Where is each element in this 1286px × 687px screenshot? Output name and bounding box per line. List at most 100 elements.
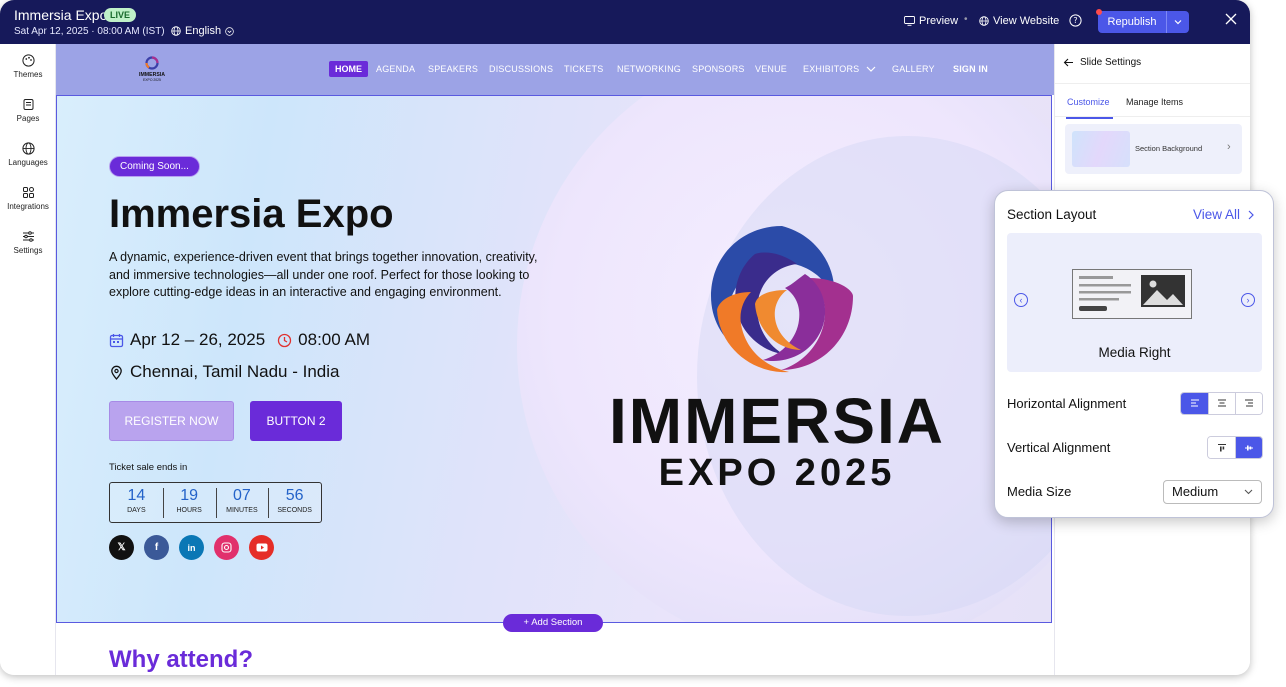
youtube-icon[interactable] xyxy=(249,535,274,560)
social-links: 𝕏 f in xyxy=(109,535,274,560)
brand-subtitle: EXPO 2025 xyxy=(658,452,896,494)
section-background-card[interactable]: Section Background › xyxy=(1065,124,1242,174)
next-layout-button[interactable]: › xyxy=(1241,293,1255,307)
hero-description[interactable]: A dynamic, experience-driven event that … xyxy=(109,249,549,302)
add-section-button[interactable]: + Add Section xyxy=(503,614,603,632)
nav-item-tickets[interactable]: TICKETS xyxy=(564,64,603,74)
chevron-down-icon xyxy=(866,66,876,72)
top-bar: Immersia Expo LIVE Sat Apr 12, 2025 · 08… xyxy=(0,0,1250,44)
immersia-swirl-logo[interactable] xyxy=(697,214,867,384)
media-size-select[interactable]: Medium xyxy=(1163,480,1262,504)
previous-layout-button[interactable]: ‹ xyxy=(1014,293,1028,307)
align-top-button[interactable] xyxy=(1208,437,1235,458)
layout-name: Media Right xyxy=(1098,345,1171,360)
countdown-value: 19 xyxy=(180,487,199,504)
language-select[interactable]: English xyxy=(171,25,234,37)
monitor-icon xyxy=(904,16,915,26)
nav-item-speakers[interactable]: SPEAKERS xyxy=(428,64,478,74)
rail-label: Settings xyxy=(13,246,43,255)
layout-thumbnail xyxy=(1072,269,1192,319)
event-title: Immersia Expo xyxy=(14,7,108,23)
countdown-value: 14 xyxy=(127,487,146,504)
section-layout-card: Section Layout View All ‹ › Media Right … xyxy=(994,190,1274,518)
editor-canvas: IMMERSIA EXPO 2025 HOME AGENDA SPEAKERS … xyxy=(56,44,1054,675)
align-left-button[interactable] xyxy=(1181,393,1208,414)
button-2[interactable]: BUTTON 2 xyxy=(250,401,342,441)
linkedin-icon[interactable]: in xyxy=(179,535,204,560)
why-attend-heading[interactable]: Why attend? xyxy=(109,646,253,674)
nav-item-networking[interactable]: NETWORKING xyxy=(617,64,681,74)
back-arrow-icon xyxy=(1063,58,1073,67)
republish-button[interactable]: Republish xyxy=(1098,11,1189,33)
event-location: Chennai, Tamil Nadu - India xyxy=(109,362,339,382)
panel-header[interactable]: Slide Settings xyxy=(1063,57,1141,68)
facebook-icon[interactable]: f xyxy=(144,535,169,560)
left-rail: Themes Pages Languages Integrations Sett… xyxy=(0,44,56,675)
tab-manage-items[interactable]: Manage Items xyxy=(1126,97,1183,107)
chevron-right-icon xyxy=(1248,210,1254,219)
align-left-icon xyxy=(1190,399,1199,407)
preview-label: Preview xyxy=(919,15,959,27)
republish-menu-toggle[interactable] xyxy=(1166,11,1189,33)
nav-item-exhibitors[interactable]: EXHIBITORS xyxy=(803,64,876,74)
nav-item-sign-in[interactable]: SIGN IN xyxy=(953,64,988,74)
close-icon xyxy=(1225,13,1237,25)
tab-customize[interactable]: Customize xyxy=(1067,97,1110,107)
countdown-value: 56 xyxy=(285,487,304,504)
nav-item-discussions[interactable]: DISCUSSIONS xyxy=(489,64,553,74)
view-website-button[interactable]: View Website xyxy=(979,15,1059,27)
countdown-hours: 19 HOURS xyxy=(162,483,216,522)
rail-item-pages[interactable]: Pages xyxy=(0,98,56,123)
rail-item-languages[interactable]: Languages xyxy=(0,142,56,167)
rail-item-themes[interactable]: Themes xyxy=(0,54,56,79)
instagram-glyph xyxy=(221,542,232,553)
preview-button[interactable]: Preview xyxy=(904,15,958,27)
hero-title[interactable]: Immersia Expo xyxy=(109,192,394,237)
countdown-unit: MINUTES xyxy=(226,507,258,514)
nav-item-sponsors[interactable]: SPONSORS xyxy=(692,64,745,74)
globe-icon xyxy=(171,26,181,36)
language-label: English xyxy=(185,25,222,37)
coming-soon-badge[interactable]: Coming Soon... xyxy=(109,156,200,177)
help-button[interactable]: ? xyxy=(1069,14,1082,27)
countdown-value: 07 xyxy=(232,487,251,504)
register-now-button[interactable]: REGISTER NOW xyxy=(109,401,234,441)
nav-item-venue[interactable]: VENUE xyxy=(755,64,787,74)
svg-text:?: ? xyxy=(1073,16,1077,25)
x-twitter-icon[interactable]: 𝕏 xyxy=(109,535,134,560)
nav-item-gallery[interactable]: GALLERY xyxy=(892,64,935,74)
nav-item-exhibitors-label: EXHIBITORS xyxy=(803,64,860,74)
media-size-value: Medium xyxy=(1172,484,1219,499)
separator-dot: • xyxy=(964,14,968,25)
instagram-icon[interactable] xyxy=(214,535,239,560)
event-location-text: Chennai, Tamil Nadu - India xyxy=(130,362,340,381)
clock-icon xyxy=(278,333,292,347)
nav-item-home[interactable]: HOME xyxy=(329,61,368,77)
countdown-days: 14 DAYS xyxy=(110,483,163,522)
republish-label: Republish xyxy=(1107,16,1157,28)
ticket-sale-label: Ticket sale ends in xyxy=(109,462,188,473)
countdown-unit: DAYS xyxy=(127,507,146,514)
align-center-button[interactable] xyxy=(1208,393,1235,414)
hero-section[interactable]: Coming Soon... Immersia Expo A dynamic, … xyxy=(56,95,1052,623)
rail-label: Languages xyxy=(8,158,48,167)
chevron-right-icon: › xyxy=(1227,141,1231,153)
palette-icon xyxy=(21,54,35,67)
view-all-link[interactable]: View All xyxy=(1193,207,1254,222)
nav-item-agenda[interactable]: AGENDA xyxy=(376,64,415,74)
location-pin-icon xyxy=(111,365,122,380)
rail-label: Integrations xyxy=(7,202,49,211)
layout-preview[interactable]: ‹ › Media Right xyxy=(1007,233,1262,372)
calendar-icon xyxy=(109,333,124,347)
active-tab-indicator xyxy=(1066,117,1113,119)
align-middle-button[interactable] xyxy=(1235,437,1262,458)
align-right-button[interactable] xyxy=(1235,393,1262,414)
close-button[interactable] xyxy=(1222,12,1240,30)
section-background-label: Section Background xyxy=(1135,144,1203,153)
vertical-alignment-label: Vertical Alignment xyxy=(1007,440,1111,455)
immersia-logo[interactable]: IMMERSIA EXPO 2025 xyxy=(136,55,168,83)
section-layout-title: Section Layout xyxy=(1007,207,1097,222)
rail-item-settings[interactable]: Settings xyxy=(0,230,56,255)
youtube-glyph xyxy=(256,543,267,552)
rail-item-integrations[interactable]: Integrations xyxy=(0,186,56,211)
